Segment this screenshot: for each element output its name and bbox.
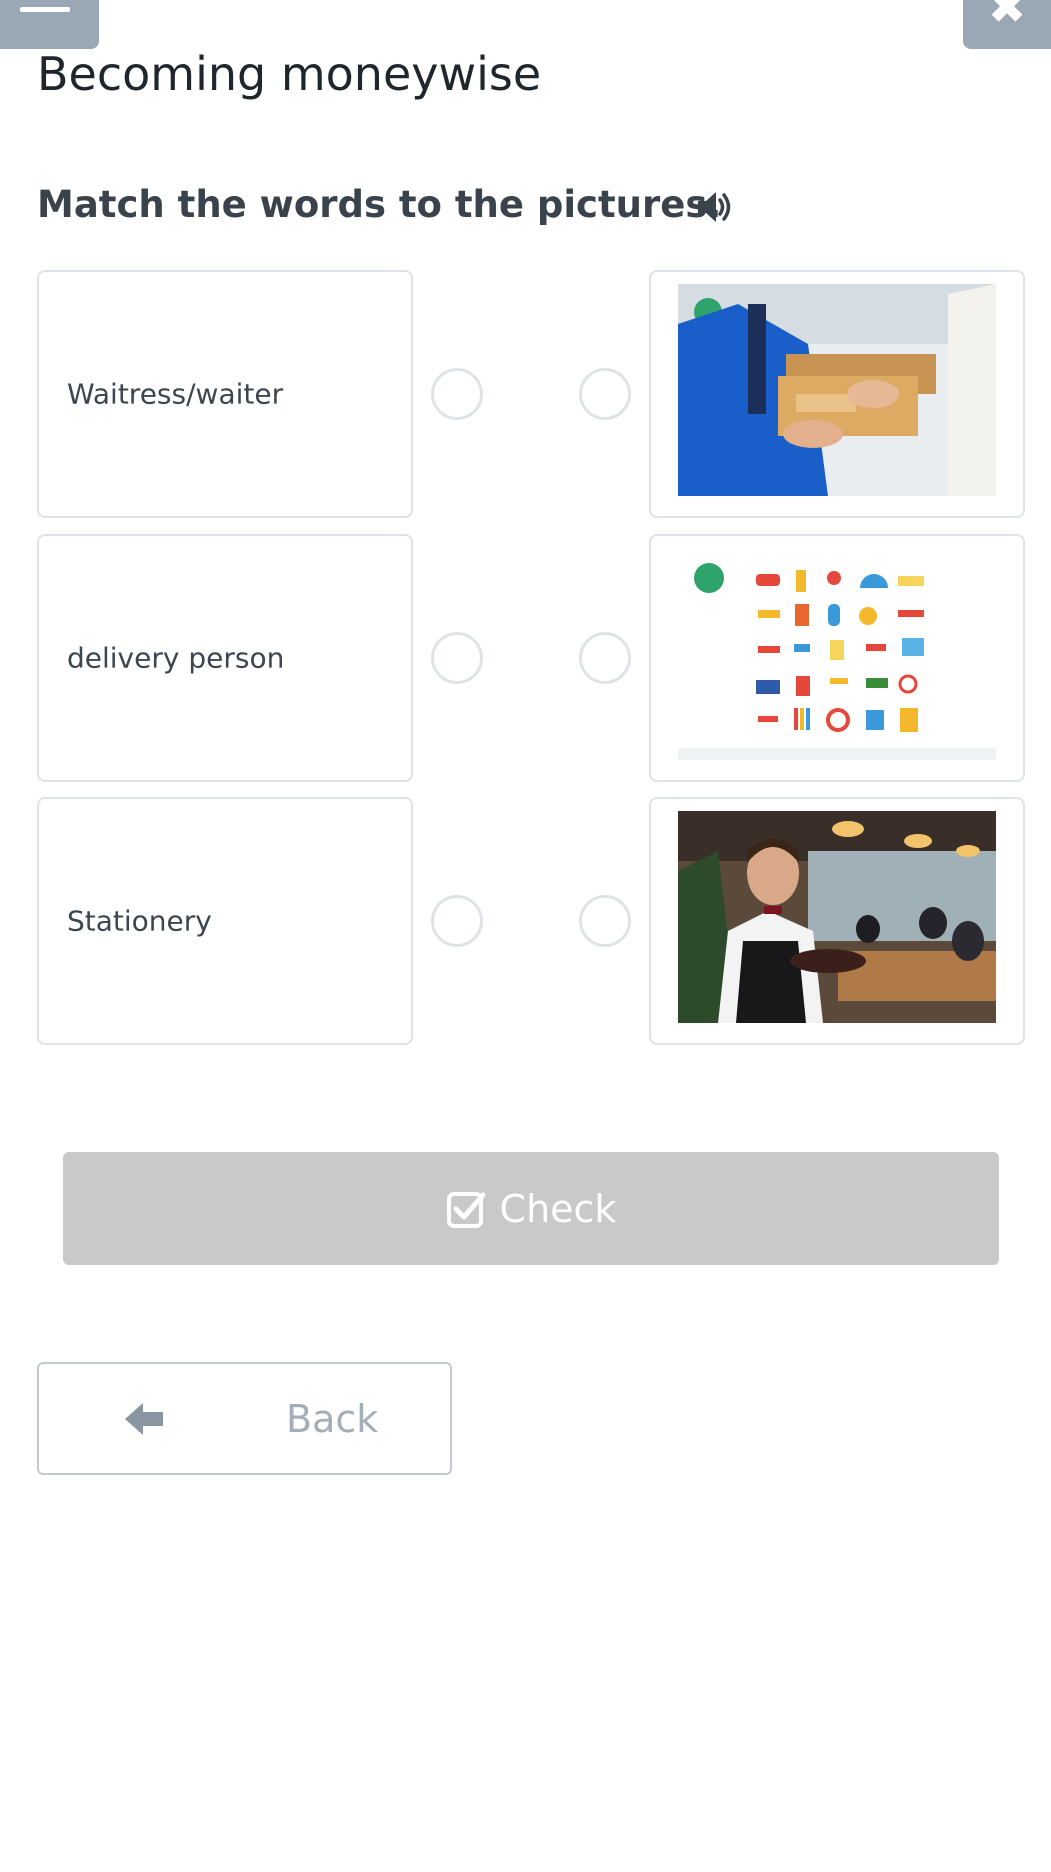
- back-button[interactable]: Back: [37, 1362, 452, 1475]
- waiter-picture: [678, 811, 996, 1023]
- word-label: Waitress/waiter: [67, 377, 284, 411]
- speaker-icon[interactable]: [694, 187, 734, 227]
- word-card[interactable]: Stationery: [37, 797, 413, 1045]
- delivery-person-picture: [678, 284, 996, 496]
- check-label: Check: [499, 1186, 617, 1231]
- back-label: Back: [286, 1396, 379, 1441]
- stationery-picture: [678, 548, 996, 760]
- picture-connector-radio[interactable]: [579, 632, 631, 684]
- check-square-icon: [446, 1191, 486, 1228]
- picture-card[interactable]: [649, 797, 1025, 1045]
- word-label: delivery person: [67, 641, 285, 675]
- word-card[interactable]: Waitress/waiter: [37, 270, 413, 518]
- picture-connector-radio[interactable]: [579, 895, 631, 947]
- close-button[interactable]: ✖: [963, 0, 1051, 49]
- page-title: Becoming moneywise: [37, 47, 542, 101]
- word-connector-radio[interactable]: [431, 368, 483, 420]
- word-label: Stationery: [67, 904, 212, 938]
- instruction-text: Match the words to the pictures.: [37, 183, 722, 226]
- check-button[interactable]: Check: [63, 1152, 999, 1265]
- close-icon: ✖: [987, 0, 1027, 34]
- word-card[interactable]: delivery person: [37, 534, 413, 782]
- picture-card[interactable]: [649, 270, 1025, 518]
- arrow-left-icon: [125, 1403, 163, 1435]
- word-connector-radio[interactable]: [431, 895, 483, 947]
- word-connector-radio[interactable]: [431, 632, 483, 684]
- menu-button[interactable]: [0, 0, 99, 49]
- hamburger-icon: [20, 7, 70, 12]
- picture-card[interactable]: [649, 534, 1025, 782]
- picture-connector-radio[interactable]: [579, 368, 631, 420]
